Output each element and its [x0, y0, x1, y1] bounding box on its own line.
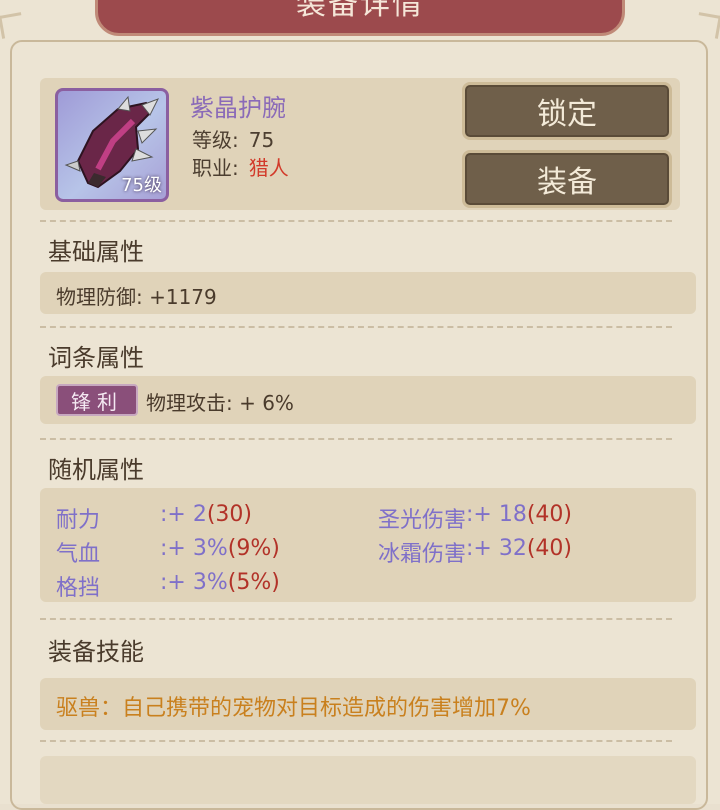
level-value: 75: [248, 128, 275, 152]
affix-attributes-box: [40, 376, 696, 424]
attr-max: (40): [526, 502, 573, 527]
class-row: 职业: 猎人: [192, 152, 289, 181]
divider: [40, 740, 672, 742]
equipment-skill-title: 装备技能: [48, 638, 144, 666]
affix-tag: 锋利: [56, 384, 138, 416]
attr-value: :+ 3%(5%): [160, 570, 280, 595]
page-title: 装备详情: [296, 0, 424, 22]
divider: [40, 326, 672, 328]
attr-max: (30): [206, 502, 253, 527]
corner-ornament-right: [695, 12, 720, 39]
attr-value: :+ 2(30): [160, 502, 253, 527]
attr-max: (40): [526, 536, 573, 561]
attr-max: (9%): [227, 536, 280, 561]
attr-name: 圣光伤害: [378, 508, 467, 533]
equip-button[interactable]: 装备: [462, 150, 672, 208]
lock-button[interactable]: 锁定: [462, 82, 672, 140]
attr-value: :+ 32(40): [466, 536, 573, 561]
attr-value: :+ 18(40): [466, 502, 573, 527]
corner-ornament-left: [0, 12, 25, 39]
divider: [40, 618, 672, 620]
class-label: 职业:: [192, 156, 239, 180]
crystal-bracer-icon: 75级: [55, 88, 169, 202]
next-row-box: [40, 756, 696, 804]
item-level-badge: 75级: [121, 175, 162, 196]
attr-name: 格挡: [56, 576, 101, 601]
physical-defense-text: 物理防御: +1179: [56, 285, 217, 309]
level-row: 等级: 75: [192, 124, 274, 153]
affix-text: 物理攻击: + 6%: [146, 391, 294, 415]
attr-value: :+ 3%(9%): [160, 536, 280, 561]
attr-name: 气血: [56, 542, 101, 567]
attr-max: (5%): [227, 570, 280, 595]
item-name: 紫晶护腕: [190, 94, 286, 122]
attr-name: 冰霜伤害: [378, 542, 467, 567]
random-attributes-title: 随机属性: [48, 456, 144, 484]
title-banner: 装备详情: [95, 0, 625, 36]
divider: [40, 220, 672, 222]
level-label: 等级:: [192, 128, 239, 152]
attr-name: 耐力: [56, 508, 101, 533]
random-attributes-box: [40, 488, 696, 602]
divider: [40, 438, 672, 440]
affix-attributes-title: 词条属性: [48, 344, 144, 372]
class-value: 猎人: [248, 156, 289, 180]
basic-attributes-title: 基础属性: [48, 238, 144, 266]
equipment-skill-text: 驱兽：自己携带的宠物对目标造成的伤害增加7%: [56, 696, 531, 721]
equipment-detail-window: 装备详情 75级 紫晶护腕 等级: 75 职业: 猎人 锁定 装备 基础属性 物理防…: [0, 0, 720, 810]
